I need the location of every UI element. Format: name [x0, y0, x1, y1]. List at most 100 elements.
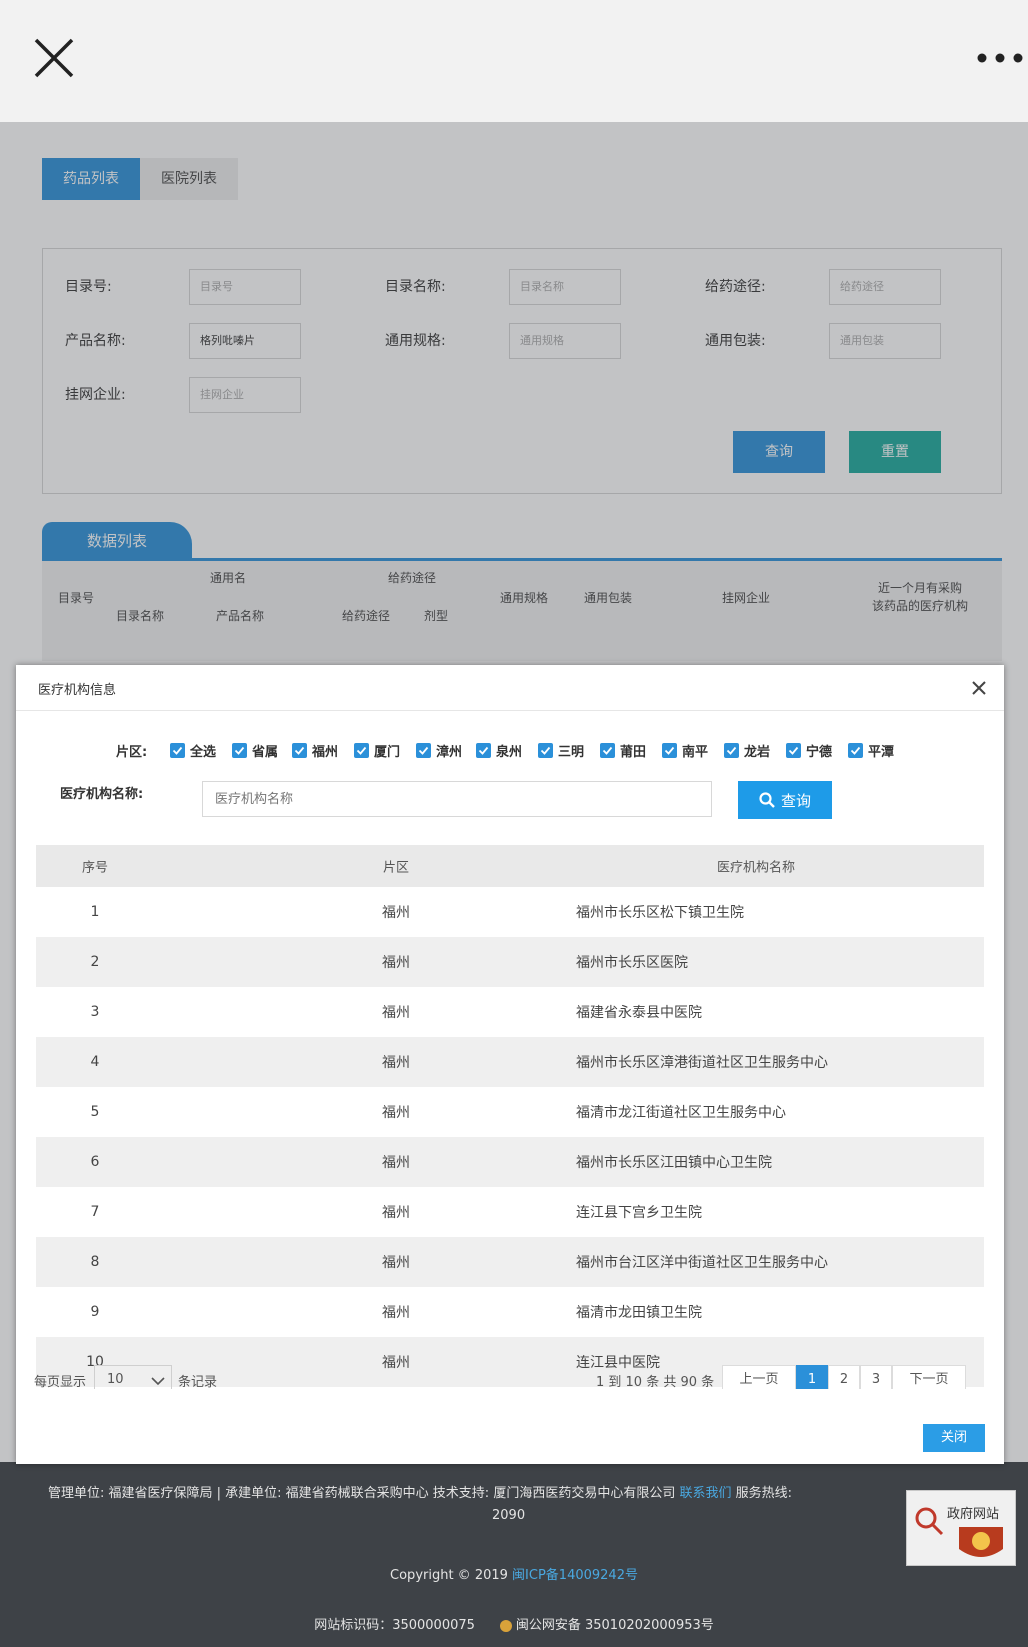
region-checkbox[interactable]: 省属: [232, 741, 278, 760]
header-index: 序号: [81, 860, 108, 876]
cell-region: 福州: [382, 905, 410, 921]
region-checkbox-label: 省属: [252, 745, 279, 760]
modal-close-icon[interactable]: [970, 679, 988, 697]
region-checkbox[interactable]: 厦门: [354, 741, 400, 760]
close-icon[interactable]: [32, 36, 76, 80]
table-row[interactable]: 3 福州 福建省永泰县中医院: [36, 987, 984, 1037]
close-button[interactable]: 关闭: [923, 1424, 985, 1452]
chevron-down-icon: [151, 1377, 165, 1386]
per-page-select[interactable]: 10: [94, 1365, 172, 1389]
region-checkbox[interactable]: 宁德: [786, 741, 832, 760]
hotline-label: 服务热线:: [735, 1486, 793, 1501]
checkbox-checked-icon: [662, 743, 677, 758]
cell-institution-name: 福建省永泰县中医院: [576, 1005, 702, 1021]
footer-org-info: 管理单位: 福建省医疗保障局 | 承建单位: 福建省药械联合采购中心 技术支持:…: [48, 1486, 676, 1501]
police-badge-icon: [499, 1619, 512, 1632]
gov-site-badge[interactable]: 政府网站: [906, 1490, 1016, 1566]
cell-index: 7: [90, 1204, 100, 1220]
checkbox-checked-icon: [538, 743, 553, 758]
next-page-button[interactable]: 下一页: [892, 1365, 966, 1389]
browser-top-bar: [0, 0, 1028, 122]
magnifier-icon: [915, 1507, 944, 1536]
icp-link[interactable]: 闽ICP备14009242号: [512, 1568, 638, 1583]
cell-region: 福州: [382, 1055, 410, 1071]
checkbox-checked-icon: [170, 743, 185, 758]
table-row[interactable]: 5 福州 福清市龙江街道社区卫生服务中心: [36, 1087, 984, 1137]
checkbox-checked-icon: [476, 743, 491, 758]
region-checkbox-label: 南平: [682, 745, 709, 760]
page-3-button[interactable]: 3: [860, 1365, 892, 1389]
region-checkbox[interactable]: 三明: [538, 741, 584, 760]
institution-query-button[interactable]: 查询: [738, 781, 832, 819]
region-checkbox[interactable]: 全选: [170, 741, 216, 760]
query-label: 查询: [780, 791, 811, 810]
cell-index: 8: [90, 1254, 100, 1270]
footer-line1: 管理单位: 福建省医疗保障局 | 承建单位: 福建省药械联合采购中心 技术支持:…: [48, 1482, 792, 1501]
region-checkbox-label: 莆田: [620, 745, 647, 760]
table-row[interactable]: 1 福州 福州市长乐区松下镇卫生院: [36, 887, 984, 937]
table-row[interactable]: 2 福州 福州市长乐区医院: [36, 937, 984, 987]
checkbox-checked-icon: [786, 743, 801, 758]
table-row[interactable]: 4 福州 福州市长乐区漳港街道社区卫生服务中心: [36, 1037, 984, 1087]
cell-institution-name: 福州市台江区洋中街道社区卫生服务中心: [576, 1255, 828, 1271]
cell-region: 福州: [382, 955, 410, 971]
region-checkbox-label: 泉州: [496, 745, 523, 760]
region-checkbox-label: 宁德: [806, 745, 833, 760]
region-checkbox[interactable]: 漳州: [416, 741, 462, 760]
region-checkbox[interactable]: 莆田: [600, 741, 646, 760]
cell-institution-name: 连江县下宫乡卫生院: [576, 1205, 702, 1221]
cell-index: 2: [90, 954, 100, 970]
cell-region: 福州: [382, 1255, 410, 1271]
region-checkbox-label: 厦门: [374, 745, 401, 760]
institution-name-input[interactable]: [202, 781, 712, 817]
more-dots-icon[interactable]: [972, 48, 1028, 68]
region-checkbox-label: 龙岩: [744, 745, 771, 760]
police-record-text[interactable]: 闽公网安备 35010202000953号: [516, 1618, 714, 1633]
per-page-suffix: 条记录: [178, 1375, 218, 1389]
checkbox-checked-icon: [232, 743, 247, 758]
cell-region: 福州: [382, 1305, 410, 1321]
region-checkbox[interactable]: 龙岩: [724, 741, 770, 760]
modal-title: 医疗机构信息: [38, 683, 117, 698]
contact-us-link[interactable]: 联系我们: [679, 1486, 731, 1501]
institution-info-modal: 医疗机构信息 片区: 全选 省属 福州 厦门 漳州 泉州 三明 莆田 南平 龙岩 宁德 平潭 医疗机构…: [16, 665, 1004, 1464]
cell-region: 福州: [382, 1155, 410, 1171]
cell-institution-name: 福州市长乐区医院: [576, 955, 688, 971]
checkbox-checked-icon: [416, 743, 431, 758]
page-1-button[interactable]: 1: [796, 1365, 828, 1389]
gov-badge-text: 政府网站: [947, 1507, 1000, 1522]
hotline-tail: 2090: [492, 1508, 526, 1523]
region-checkbox[interactable]: 平潭: [848, 741, 894, 760]
region-filter: 片区: 全选 省属 福州 厦门 漳州 泉州 三明 莆田 南平 龙岩 宁德 平潭: [16, 735, 1004, 765]
region-checkbox-label: 平潭: [868, 745, 895, 760]
table-row[interactable]: 6 福州 福州市长乐区江田镇中心卫生院: [36, 1137, 984, 1187]
region-checkbox-label: 全选: [190, 745, 217, 760]
table-row[interactable]: 8 福州 福州市台江区洋中街道社区卫生服务中心: [36, 1237, 984, 1287]
header-region: 片区: [382, 860, 409, 876]
page-2-button[interactable]: 2: [828, 1365, 860, 1389]
checkbox-checked-icon: [292, 743, 307, 758]
table-row[interactable]: 9 福州 福清市龙田镇卫生院: [36, 1287, 984, 1337]
cell-index: 3: [90, 1004, 100, 1020]
cell-index: 1: [90, 904, 100, 920]
cell-index: 5: [90, 1104, 100, 1120]
search-icon: [759, 792, 775, 808]
table-row[interactable]: 7 福州 连江县下宫乡卫生院: [36, 1187, 984, 1237]
site-id-text: 网站标识码：3500000075: [314, 1618, 475, 1633]
cell-institution-name: 福清市龙江街道社区卫生服务中心: [576, 1105, 786, 1121]
cell-region: 福州: [382, 1205, 410, 1221]
cell-institution-name: 福清市龙田镇卫生院: [576, 1305, 702, 1321]
cell-region: 福州: [382, 1005, 410, 1021]
cell-institution-name: 福州市长乐区松下镇卫生院: [576, 905, 744, 921]
pagination-info: 1 到 10 条 共 90 条: [596, 1375, 715, 1389]
prev-page-button[interactable]: 上一页: [722, 1365, 796, 1389]
footer-copyright: Copyright © 2019 闽ICP备14009242号: [0, 1564, 1028, 1583]
copyright-text: Copyright © 2019: [390, 1568, 508, 1583]
table-header: 序号 片区 医疗机构名称: [36, 845, 984, 887]
footer-ids: 网站标识码：3500000075 闽公网安备 35010202000953号: [0, 1614, 1028, 1633]
region-label: 片区:: [116, 745, 148, 760]
region-checkbox[interactable]: 福州: [292, 741, 338, 760]
region-checkbox[interactable]: 泉州: [476, 741, 522, 760]
checkbox-checked-icon: [600, 743, 615, 758]
region-checkbox[interactable]: 南平: [662, 741, 708, 760]
